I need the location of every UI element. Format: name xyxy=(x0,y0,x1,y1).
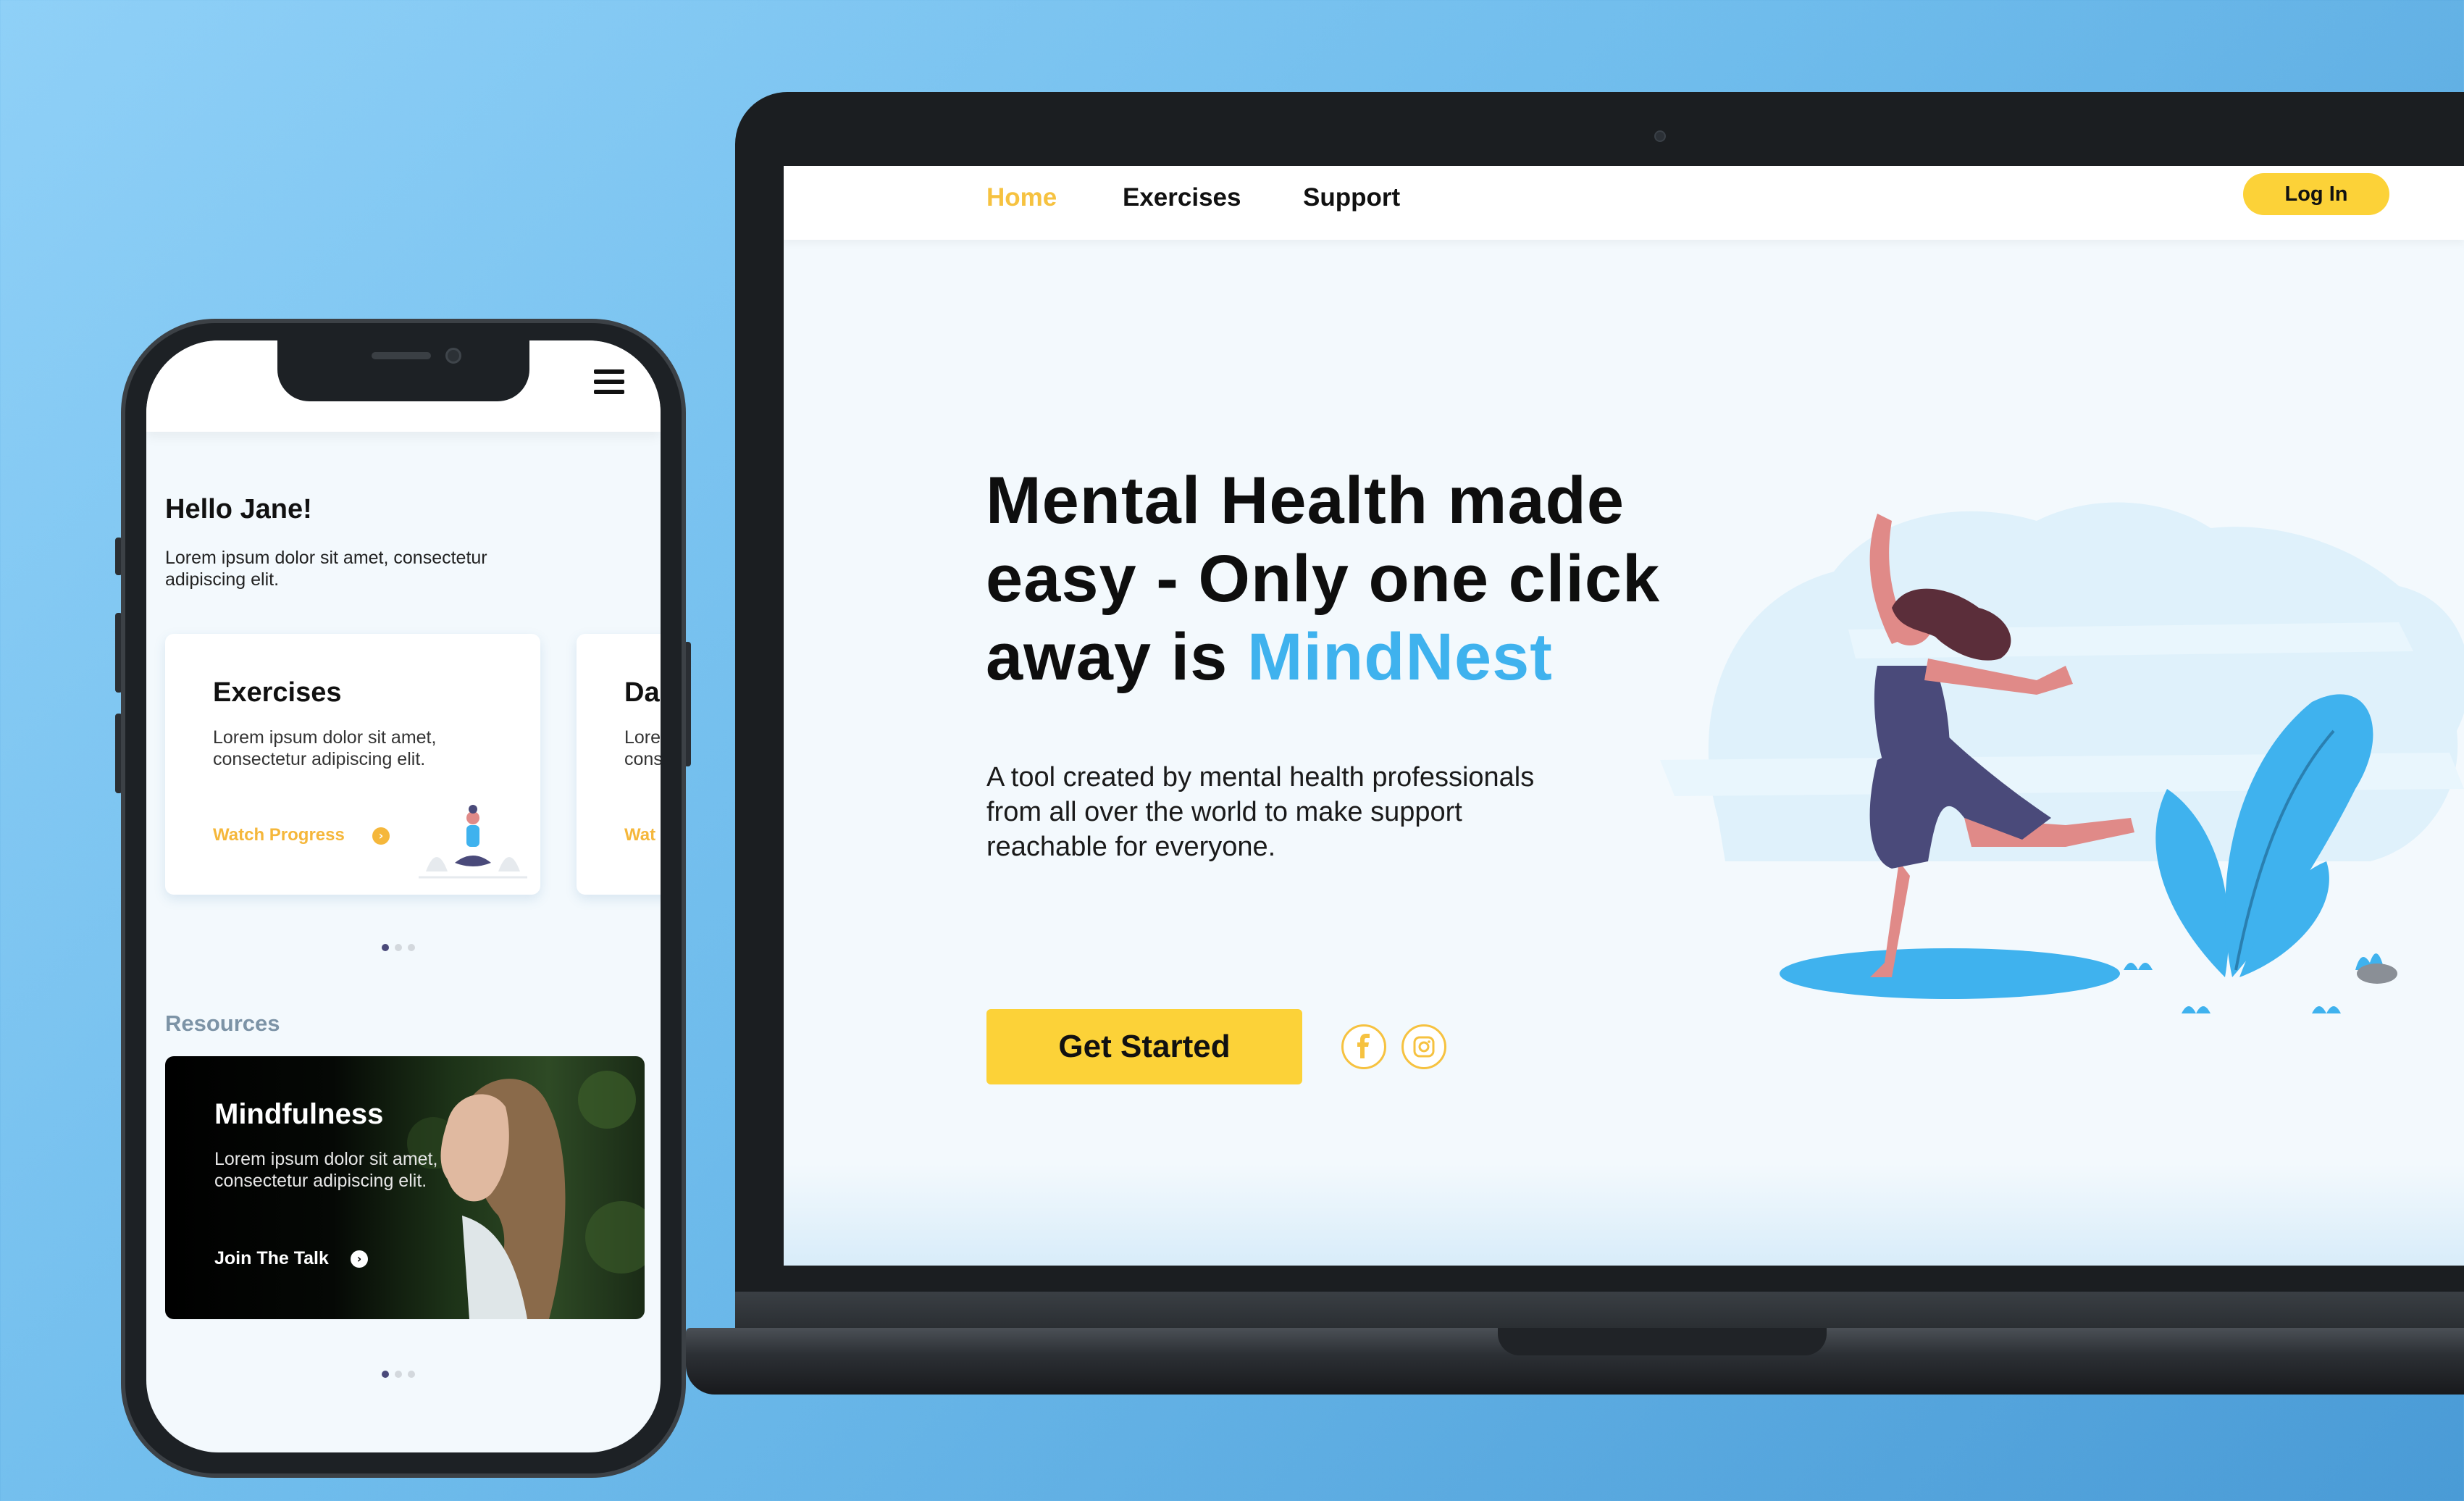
laptop-trackpad-notch xyxy=(1498,1328,1827,1355)
watch-progress-link[interactable]: Watch Progress xyxy=(213,825,345,845)
card-title: Exercises xyxy=(213,677,342,708)
facebook-icon[interactable] xyxy=(1341,1024,1386,1069)
card-title: Da xyxy=(624,677,660,708)
phone-notch xyxy=(277,340,529,401)
card-text: Lore cons xyxy=(624,727,661,769)
resource-title: Mindfulness xyxy=(214,1098,384,1130)
screen-bottom-fade xyxy=(784,1164,2464,1266)
card-link[interactable]: Wat xyxy=(624,825,655,845)
arrow-right-icon[interactable]: › xyxy=(372,827,390,845)
card-carousel-dots[interactable] xyxy=(382,942,425,953)
brand-name: MindNest xyxy=(1246,620,1553,694)
exercises-card[interactable]: Exercises Lorem ipsum dolor sit amet, co… xyxy=(165,634,540,895)
get-started-button[interactable]: Get Started xyxy=(986,1009,1302,1084)
nav-home[interactable]: Home xyxy=(986,183,1057,212)
headline-line-3: away is MindNest xyxy=(986,618,1710,696)
mindfulness-resource-card[interactable]: Mindfulness Lorem ipsum dolor sit amet, … xyxy=(165,1056,645,1319)
greeting-title: Hello Jane! xyxy=(165,494,312,524)
nav-support[interactable]: Support xyxy=(1303,183,1400,212)
laptop-screen: Home Exercises Support Log In Mental Hea… xyxy=(784,166,2464,1266)
phone-speaker xyxy=(372,352,431,359)
instagram-icon[interactable] xyxy=(1401,1024,1446,1069)
headline-line-2: easy - Only one click xyxy=(986,542,1661,616)
resources-heading: Resources xyxy=(165,1011,280,1036)
phone-screen: Hello Jane! Lorem ipsum dolor sit amet, … xyxy=(146,340,661,1452)
login-button[interactable]: Log In xyxy=(2243,173,2389,215)
hero-subtitle: A tool created by mental health professi… xyxy=(986,762,1535,862)
top-navbar: Home Exercises Support Log In xyxy=(784,166,2464,240)
nav-exercises[interactable]: Exercises xyxy=(1123,183,1241,212)
hero-headline: Mental Health made easy - Only one click… xyxy=(986,461,1710,696)
join-the-talk-link[interactable]: Join The Talk xyxy=(214,1248,329,1269)
dancing-woman-illustration xyxy=(1660,502,2464,1013)
second-card[interactable]: Da Lore cons Wat xyxy=(577,634,661,895)
hamburger-menu-icon[interactable] xyxy=(594,369,624,396)
headline-prefix: away is xyxy=(986,620,1247,694)
greeting-subtitle: Lorem ipsum dolor sit amet, consectetur … xyxy=(165,548,487,590)
arrow-right-icon[interactable]: › xyxy=(351,1250,368,1268)
laptop-hinge xyxy=(735,1292,2464,1329)
headline-line-1: Mental Health made xyxy=(986,464,1625,538)
laptop-camera xyxy=(1654,130,1666,142)
phone-front-camera xyxy=(445,348,461,364)
resource-carousel-dots[interactable] xyxy=(382,1369,425,1379)
resource-text: Lorem ipsum dolor sit amet, consectetur … xyxy=(214,1149,438,1191)
meditation-illustration xyxy=(419,805,527,879)
card-text: Lorem ipsum dolor sit amet, consectetur … xyxy=(213,727,437,769)
